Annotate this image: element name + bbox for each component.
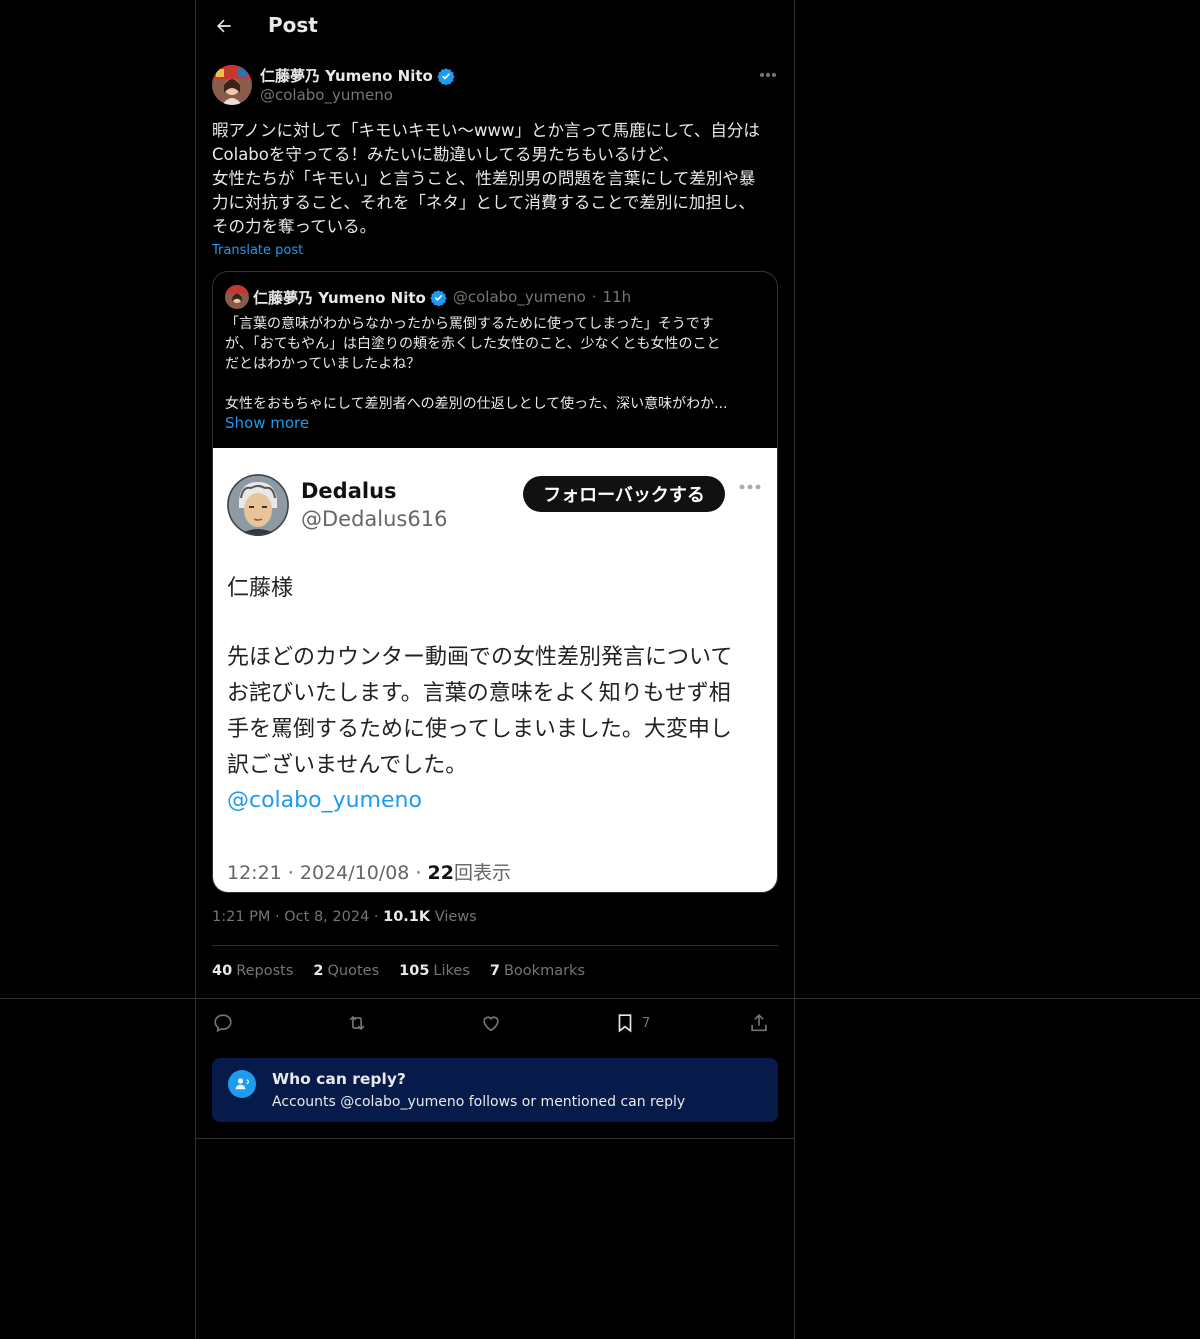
verified-badge-icon	[430, 289, 447, 306]
post-timestamp: 1:21 PM · Oct 8, 2024 · 10.1K Views	[212, 909, 477, 925]
main-column: Post 仁藤夢乃 Yumeno Nito @colabo_yumeno 暇アノ…	[195, 0, 795, 1339]
action-bar: 7	[212, 1008, 778, 1038]
reply-icon	[214, 1014, 232, 1033]
screenshot-follow-button: フォローバックする	[523, 476, 725, 512]
share-icon	[751, 1014, 767, 1032]
screenshot-date: 2024/10/08	[299, 862, 410, 884]
show-more-link[interactable]: Show more	[225, 414, 309, 432]
post-time[interactable]: 1:21 PM	[212, 909, 270, 925]
who-can-reply-title: Who can reply?	[272, 1070, 406, 1088]
bookmark-button[interactable]: 7	[614, 1008, 650, 1038]
screenshot-body: 先ほどのカウンター動画での女性差別発言について お詫びいたします。言葉の意味をよ…	[227, 645, 733, 778]
screenshot-handle: @Dedalus616	[301, 507, 448, 531]
screenshot-views-count: 22	[427, 862, 454, 884]
screenshot-name: Dedalus	[301, 479, 397, 503]
post-text: 暇アノンに対して「キモいキモい〜www」とか言って馬鹿にして、自分は Colab…	[212, 121, 760, 236]
bookmarks-stat[interactable]: 7 Bookmarks	[490, 963, 585, 979]
share-button[interactable]	[748, 1008, 770, 1038]
quoted-author-name: 仁藤夢乃 Yumeno Nito	[253, 288, 426, 307]
bookmark-count: 7	[642, 1015, 651, 1031]
like-icon	[483, 1016, 499, 1032]
screenshot-mention: @colabo_yumeno	[227, 788, 422, 813]
repost-button[interactable]	[346, 1008, 368, 1038]
verified-badge-icon	[437, 67, 455, 85]
post-date[interactable]: Oct 8, 2024	[284, 909, 369, 925]
author-avatar[interactable]	[212, 65, 252, 105]
likes-stat[interactable]: 105 Likes	[399, 963, 470, 979]
author-name[interactable]: 仁藤夢乃 Yumeno Nito	[260, 65, 455, 86]
quoted-image[interactable]: Dedalus @Dedalus616 フォローバックする 仁藤様 先ほどのカウ…	[213, 448, 777, 892]
author-name-text: 仁藤夢乃 Yumeno Nito	[260, 67, 433, 85]
quoted-post-age: 11h	[602, 288, 632, 306]
author-handle[interactable]: @colabo_yumeno	[260, 86, 393, 104]
quoted-post-header: 仁藤夢乃 Yumeno Nito @colabo_yumeno · 11h	[225, 285, 631, 309]
quoted-author-handle: @colabo_yumeno	[452, 288, 586, 306]
divider	[196, 1138, 794, 1139]
post-views-count: 10.1K	[383, 909, 431, 925]
screenshot-more-icon	[739, 484, 761, 490]
translate-post-link[interactable]: Translate post	[212, 243, 303, 258]
screenshot-views-label: 回表示	[453, 862, 511, 884]
post-views-label: Views	[434, 909, 477, 925]
divider	[212, 945, 778, 946]
reply-button[interactable]	[212, 1008, 234, 1038]
screenshot-avatar	[227, 474, 289, 536]
like-button[interactable]	[480, 1008, 502, 1038]
more-icon	[760, 73, 776, 77]
back-button[interactable]	[210, 12, 238, 40]
repost-icon	[349, 1015, 365, 1031]
who-can-reply-notice: Who can reply? Accounts @colabo_yumeno f…	[212, 1058, 778, 1122]
post-stats: 40 Reposts 2 Quotes 105 Likes 7 Bookmarks	[212, 963, 585, 979]
screenshot-time: 12:21	[227, 862, 282, 884]
quoted-post-text: 「言葉の意味がわからなかったから罵倒するために使ってしまった」そうです が、「お…	[225, 316, 728, 412]
top-bar: Post	[196, 0, 794, 53]
reposts-stat[interactable]: 40 Reposts	[212, 963, 293, 979]
quoted-post[interactable]: 仁藤夢乃 Yumeno Nito @colabo_yumeno · 11h 「言…	[212, 271, 778, 893]
mention-person-icon	[228, 1070, 256, 1098]
bookmark-icon	[618, 1014, 632, 1033]
quoted-author-avatar	[225, 285, 249, 309]
quotes-stat[interactable]: 2 Quotes	[313, 963, 379, 979]
screenshot-meta: 12:21 · 2024/10/08 · 22回表示	[227, 862, 511, 884]
screenshot-greeting: 仁藤様	[227, 576, 294, 601]
who-can-reply-subtitle: Accounts @colabo_yumeno follows or menti…	[272, 1094, 686, 1110]
back-arrow-icon	[217, 19, 231, 33]
page-title: Post	[268, 13, 318, 37]
quoted-dot-separator: ·	[591, 288, 597, 306]
more-button[interactable]	[756, 63, 780, 87]
